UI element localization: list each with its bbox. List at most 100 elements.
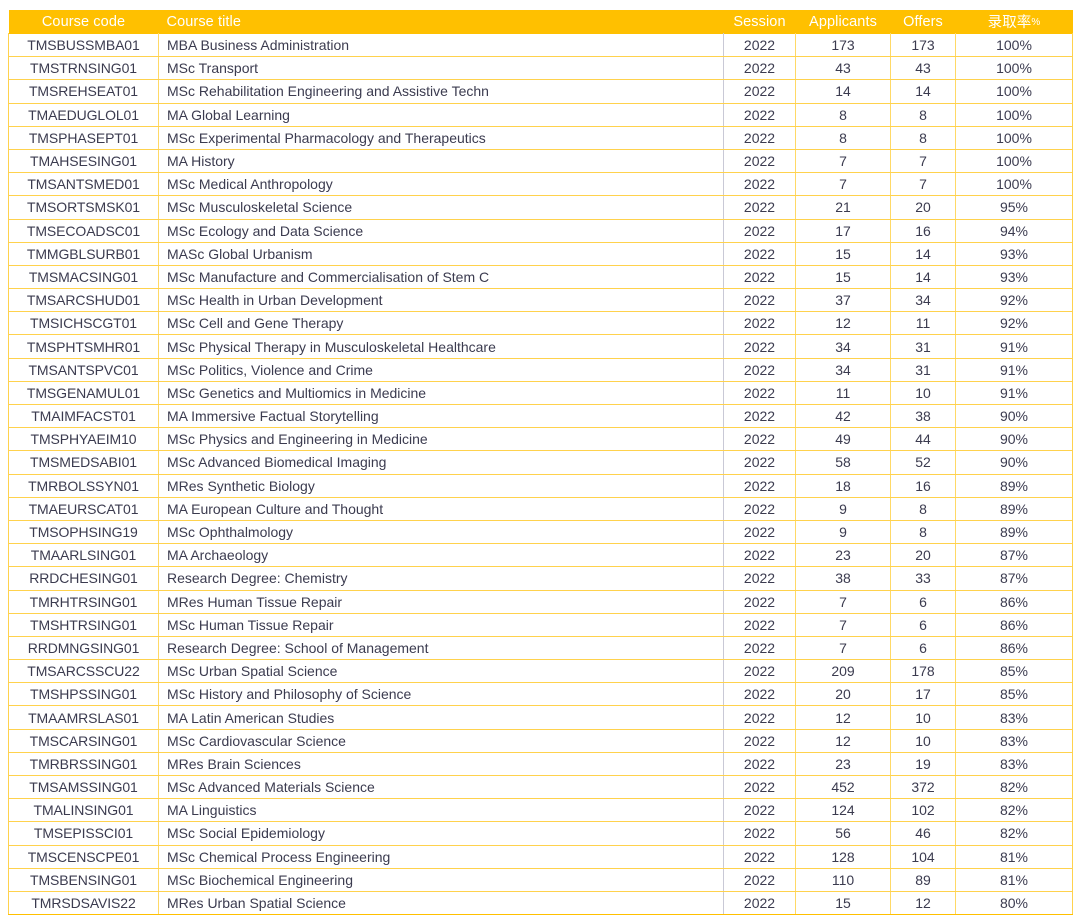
- table-row[interactable]: TMAHSESING01 MA History 2022 7 7 100%: [8, 149, 1073, 174]
- table-row[interactable]: TMSAMSSING01 MSc Advanced Materials Scien…: [8, 775, 1073, 800]
- column-header-course-title[interactable]: Course title: [158, 10, 724, 34]
- table-header-row: Course code Course title Session Applica…: [8, 10, 1073, 34]
- table-row[interactable]: TMSPHASEPT01 MSc Experimental Pharmacolog…: [8, 126, 1073, 150]
- table-row[interactable]: TMSEPISSCI01 MSc Social Epidemiology 2022 5…: [8, 821, 1073, 846]
- cell-offers: 16: [890, 219, 956, 243]
- table-row[interactable]: TMALINSING01 MA Linguistics 2022 124 102 82%: [8, 798, 1073, 823]
- cell-acceptance-rate: 87%: [955, 543, 1073, 568]
- column-header-offers[interactable]: Offers: [890, 10, 956, 34]
- cell-course-title: MSc Advanced Biomedical Imaging: [158, 450, 724, 475]
- cell-applicants: 12: [795, 729, 891, 753]
- cell-session: 2022: [723, 79, 796, 104]
- cell-applicants: 7: [795, 636, 891, 661]
- table-row[interactable]: TMSBUSSMBA01 MBA Business Administration 2…: [8, 32, 1073, 58]
- cell-offers: 10: [890, 381, 956, 406]
- table-row[interactable]: TMSCENSCPE01 MSc Chemical Process Enginee…: [8, 845, 1073, 869]
- cell-course-code: TMSAMSSING01: [8, 775, 159, 800]
- table-row[interactable]: TMAARLSING01 MA Archaeology 2022 23 20 87%: [8, 543, 1073, 568]
- table-row[interactable]: TMSPHYAEIM10 MSc Physics and Engineering …: [8, 427, 1073, 452]
- cell-course-code: TMSICHSCGT01: [8, 311, 159, 336]
- cell-session: 2022: [723, 659, 796, 684]
- table-row[interactable]: TMSTRNSING01 MSc Transport 2022 43 43 100%: [8, 56, 1073, 81]
- cell-acceptance-rate: 82%: [955, 775, 1073, 800]
- column-header-course-code[interactable]: Course code: [8, 10, 159, 34]
- cell-applicants: 34: [795, 358, 891, 382]
- table-row[interactable]: TMSANTSMED01 MSc Medical Anthropology 2022…: [8, 172, 1073, 197]
- table-row[interactable]: TMSECOADSC01 MSc Ecology and Data Science…: [8, 219, 1073, 243]
- cell-session: 2022: [723, 845, 796, 869]
- cell-course-code: TMAARLSING01: [8, 543, 159, 568]
- table-row[interactable]: TMSGENAMUL01 MSc Genetics and Multiomics …: [8, 381, 1073, 406]
- cell-applicants: 7: [795, 172, 891, 197]
- cell-session: 2022: [723, 474, 796, 498]
- cell-applicants: 9: [795, 520, 891, 545]
- table-row[interactable]: TMSOPHSING19 MSc Ophthalmology 2022 9 8 89%: [8, 520, 1073, 545]
- column-header-acceptance-rate[interactable]: 录取率%: [955, 10, 1073, 34]
- cell-course-title: MSc Transport: [158, 56, 724, 81]
- cell-applicants: 20: [795, 682, 891, 707]
- table-row[interactable]: RRDCHESING01 Research Degree: Chemistry 20…: [8, 566, 1073, 591]
- table-row[interactable]: TMAEURSCAT01 MA European Culture and Thou…: [8, 497, 1073, 521]
- cell-course-code: RRDCHESING01: [8, 566, 159, 591]
- table-row[interactable]: TMRSDSAVIS22 MRes Urban Spatial Science 20…: [8, 891, 1073, 915]
- cell-session: 2022: [723, 613, 796, 637]
- column-header-session[interactable]: Session: [723, 10, 796, 34]
- cell-applicants: 43: [795, 56, 891, 81]
- table-row[interactable]: TMSHTRSING01 MSc Human Tissue Repair 2022 7…: [8, 613, 1073, 637]
- cell-course-title: MA European Culture and Thought: [158, 497, 724, 521]
- cell-applicants: 58: [795, 450, 891, 475]
- cell-course-code: TMAHSESING01: [8, 149, 159, 174]
- cell-applicants: 15: [795, 242, 891, 266]
- column-header-acceptance-rate-label: 录取率: [987, 15, 1032, 31]
- cell-course-code: TMAEDUGLOL01: [8, 103, 159, 127]
- cell-acceptance-rate: 83%: [955, 752, 1073, 777]
- table-row[interactable]: TMSCARSING01 MSc Cardiovascular Science 20…: [8, 729, 1073, 753]
- cell-acceptance-rate: 91%: [955, 334, 1073, 359]
- cell-session: 2022: [723, 590, 796, 614]
- cell-course-code: TMSTRNSING01: [8, 56, 159, 81]
- cell-offers: 14: [890, 265, 956, 290]
- table-row[interactable]: TMSMEDSABI01 MSc Advanced Biomedical Imag…: [8, 450, 1073, 475]
- cell-acceptance-rate: 89%: [955, 474, 1073, 498]
- cell-course-title: MSc Chemical Process Engineering: [158, 845, 724, 869]
- cell-course-code: TMAIMFACST01: [8, 404, 159, 429]
- cell-course-title: MSc Musculoskeletal Science: [158, 195, 724, 220]
- cell-acceptance-rate: 93%: [955, 265, 1073, 290]
- table-row[interactable]: TMSANTSPVC01 MSc Politics, Violence and C…: [8, 358, 1073, 382]
- table-row[interactable]: RRDMNGSING01 Research Degree: School of M…: [8, 636, 1073, 661]
- table-row[interactable]: TMAIMFACST01 MA Immersive Factual Storyte…: [8, 404, 1073, 429]
- cell-session: 2022: [723, 705, 796, 730]
- cell-session: 2022: [723, 265, 796, 290]
- cell-acceptance-rate: 90%: [955, 427, 1073, 452]
- table-row[interactable]: TMSPHTSMHR01 MSc Physical Therapy in Musc…: [8, 334, 1073, 359]
- table-row[interactable]: TMAEDUGLOL01 MA Global Learning 2022 8 8 100%: [8, 103, 1073, 127]
- table-row[interactable]: TMSHPSSING01 MSc History and Philosophy o…: [8, 682, 1073, 707]
- cell-applicants: 56: [795, 821, 891, 846]
- table-row[interactable]: TMSREHSEAT01 MSc Rehabilitation Engineeri…: [8, 79, 1073, 104]
- cell-course-code: TMSHPSSING01: [8, 682, 159, 707]
- table-row[interactable]: TMSORTSMSK01 MSc Musculoskeletal Science 2…: [8, 195, 1073, 220]
- cell-session: 2022: [723, 775, 796, 800]
- cell-course-code: TMSEPISSCI01: [8, 821, 159, 846]
- table-row[interactable]: TMSARCSSCU22 MSc Urban Spatial Science 202…: [8, 659, 1073, 684]
- column-header-applicants[interactable]: Applicants: [795, 10, 891, 34]
- cell-offers: 33: [890, 566, 956, 591]
- cell-offers: 52: [890, 450, 956, 475]
- cell-offers: 44: [890, 427, 956, 452]
- table-row[interactable]: TMRHTRSING01 MRes Human Tissue Repair 2022…: [8, 590, 1073, 614]
- cell-applicants: 34: [795, 334, 891, 359]
- cell-session: 2022: [723, 891, 796, 915]
- table-row[interactable]: TMAAMRSLAS01 MA Latin American Studies 202…: [8, 705, 1073, 730]
- cell-applicants: 7: [795, 613, 891, 637]
- table-row[interactable]: TMSICHSCGT01 MSc Cell and Gene Therapy 202…: [8, 311, 1073, 336]
- cell-course-code: TMRBRSSING01: [8, 752, 159, 777]
- table-row[interactable]: TMRBRSSING01 MRes Brain Sciences 2022 23 19 8…: [8, 752, 1073, 777]
- table-row[interactable]: TMSMACSING01 MSc Manufacture and Commerci…: [8, 265, 1073, 290]
- cell-acceptance-rate: 100%: [955, 56, 1073, 81]
- table-row[interactable]: TMRBOLSSYN01 MRes Synthetic Biology 2022 18…: [8, 474, 1073, 498]
- cell-session: 2022: [723, 32, 796, 58]
- cell-session: 2022: [723, 497, 796, 521]
- cell-offers: 12: [890, 891, 956, 915]
- table-row[interactable]: TMMGBLSURB01 MASc Global Urbanism 2022 15 14…: [8, 242, 1073, 266]
- table-row[interactable]: TMSARCSHUD01 MSc Health in Urban Developm…: [8, 288, 1073, 313]
